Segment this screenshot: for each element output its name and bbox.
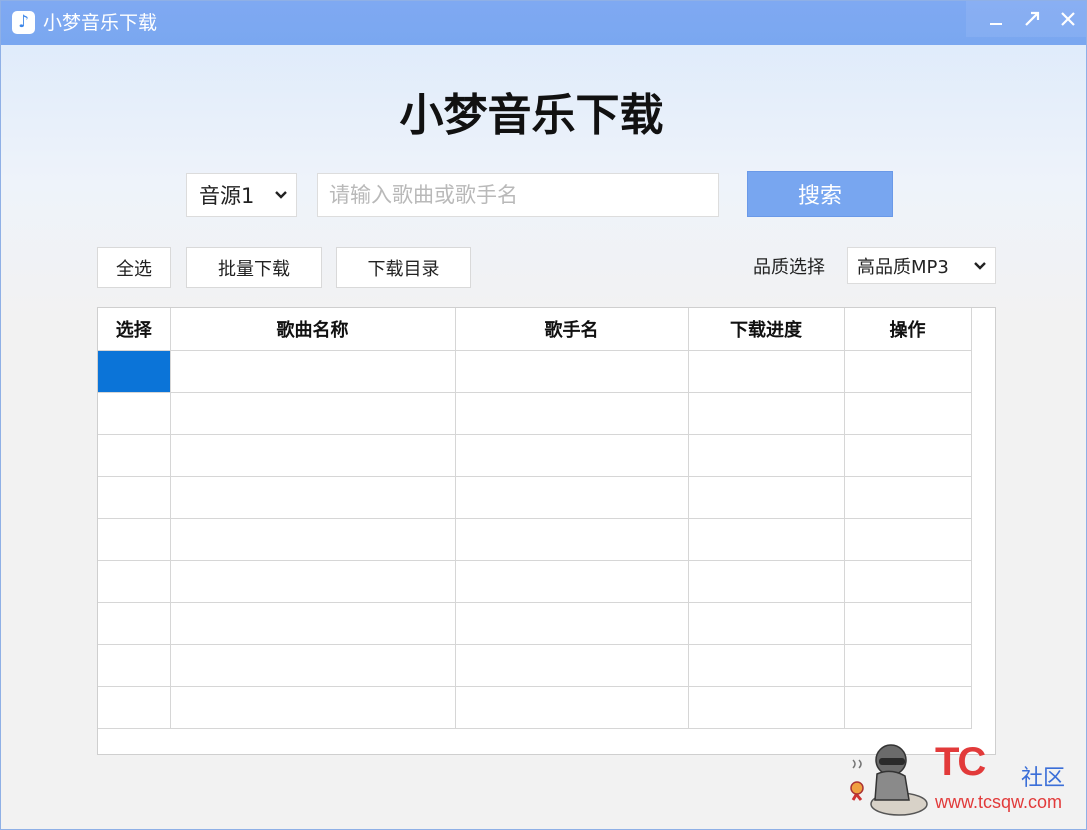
table-cell[interactable]	[454, 685, 689, 729]
table-cell[interactable]	[454, 475, 689, 519]
quality-select[interactable]: 高品质MP3	[847, 247, 996, 284]
window-controls	[966, 1, 1086, 37]
column-header-singer[interactable]: 歌手名	[454, 308, 689, 351]
search-input[interactable]	[317, 173, 719, 217]
column-header-action[interactable]: 操作	[843, 308, 972, 351]
batch-download-button[interactable]: 批量下载	[186, 247, 322, 288]
table-cell[interactable]	[169, 685, 456, 729]
select-all-button[interactable]: 全选	[97, 247, 171, 288]
table-cell[interactable]	[454, 433, 689, 477]
app-window: ♪ 小梦音乐下载 小梦音乐下载 音源1 搜索 全选 批量下载 下载目录 品质选择…	[0, 0, 1087, 830]
page-title: 小梦音乐下载	[399, 90, 664, 141]
table-cell[interactable]	[687, 601, 845, 645]
minimize-icon[interactable]	[978, 1, 1014, 37]
table-cell[interactable]	[169, 601, 456, 645]
table-cell[interactable]	[843, 559, 972, 603]
source-select-value: 音源1	[199, 184, 255, 208]
table-cell[interactable]	[454, 391, 689, 435]
table-cell[interactable]	[843, 391, 972, 435]
table-cell[interactable]	[687, 349, 845, 393]
table-cell[interactable]	[454, 349, 689, 393]
table-cell[interactable]	[687, 475, 845, 519]
table-row[interactable]	[98, 517, 972, 561]
table-row[interactable]	[98, 349, 972, 393]
watermark-logo: TC	[935, 740, 986, 784]
table-cell[interactable]	[687, 643, 845, 687]
quality-select-value: 高品质MP3	[857, 256, 949, 278]
column-header-song-name[interactable]: 歌曲名称	[169, 308, 456, 351]
maximize-icon[interactable]	[1014, 1, 1050, 37]
chevron-down-icon	[275, 191, 287, 199]
table-row[interactable]	[98, 643, 972, 687]
table-cell[interactable]	[169, 349, 456, 393]
download-directory-button[interactable]: 下载目录	[336, 247, 471, 288]
song-table[interactable]: 选择 歌曲名称 歌手名 下载进度 操作	[97, 307, 996, 755]
table-cell-select[interactable]	[98, 601, 171, 645]
table-cell[interactable]	[687, 559, 845, 603]
table-row[interactable]	[98, 433, 972, 477]
table-cell[interactable]	[843, 517, 972, 561]
table-cell[interactable]	[169, 559, 456, 603]
source-select[interactable]: 音源1	[186, 173, 297, 217]
column-header-progress[interactable]: 下载进度	[687, 308, 845, 351]
table-cell[interactable]	[169, 643, 456, 687]
search-button[interactable]: 搜索	[747, 171, 893, 217]
table-cell[interactable]	[843, 601, 972, 645]
table-row[interactable]	[98, 601, 972, 645]
music-note-icon: ♪	[12, 11, 35, 34]
table-cell[interactable]	[843, 643, 972, 687]
table-cell[interactable]	[169, 433, 456, 477]
watermark-url: www.tcsqw.com	[935, 792, 1063, 812]
table-cell-select[interactable]	[98, 685, 171, 729]
table-cell[interactable]	[687, 517, 845, 561]
quality-label: 品质选择	[753, 257, 825, 278]
table-cell-select[interactable]	[98, 643, 171, 687]
table-cell[interactable]	[687, 433, 845, 477]
close-icon[interactable]	[1050, 1, 1086, 37]
window-title: 小梦音乐下载	[43, 12, 158, 34]
table-cell-select[interactable]	[98, 349, 171, 393]
table-cell[interactable]	[843, 475, 972, 519]
table-cell[interactable]	[169, 391, 456, 435]
table-row[interactable]	[98, 475, 972, 519]
table-cell[interactable]	[454, 517, 689, 561]
table-cell-select[interactable]	[98, 475, 171, 519]
table-cell-select[interactable]	[98, 559, 171, 603]
table-cell-select[interactable]	[98, 517, 171, 561]
table-cell[interactable]	[454, 559, 689, 603]
chevron-down-icon	[974, 261, 986, 270]
table-cell[interactable]	[169, 475, 456, 519]
watermark: TC 社区 www.tcsqw.com	[839, 734, 1084, 822]
mascot-icon	[850, 744, 928, 816]
table-row[interactable]	[98, 559, 972, 603]
table-cell[interactable]	[687, 391, 845, 435]
watermark-community: 社区	[1021, 766, 1066, 791]
table-header-row: 选择 歌曲名称 歌手名 下载进度 操作	[98, 308, 972, 351]
table-cell[interactable]	[454, 601, 689, 645]
table-cell[interactable]	[843, 433, 972, 477]
table-row[interactable]	[98, 685, 972, 729]
table-cell[interactable]	[843, 349, 972, 393]
table-cell-select[interactable]	[98, 433, 171, 477]
table-row[interactable]	[98, 391, 972, 435]
table-cell[interactable]	[169, 517, 456, 561]
table-cell[interactable]	[687, 685, 845, 729]
table-cell[interactable]	[843, 685, 972, 729]
table-cell[interactable]	[454, 643, 689, 687]
table-cell-select[interactable]	[98, 391, 171, 435]
title-bar: ♪ 小梦音乐下载	[1, 1, 1086, 45]
column-header-select[interactable]: 选择	[98, 308, 171, 351]
